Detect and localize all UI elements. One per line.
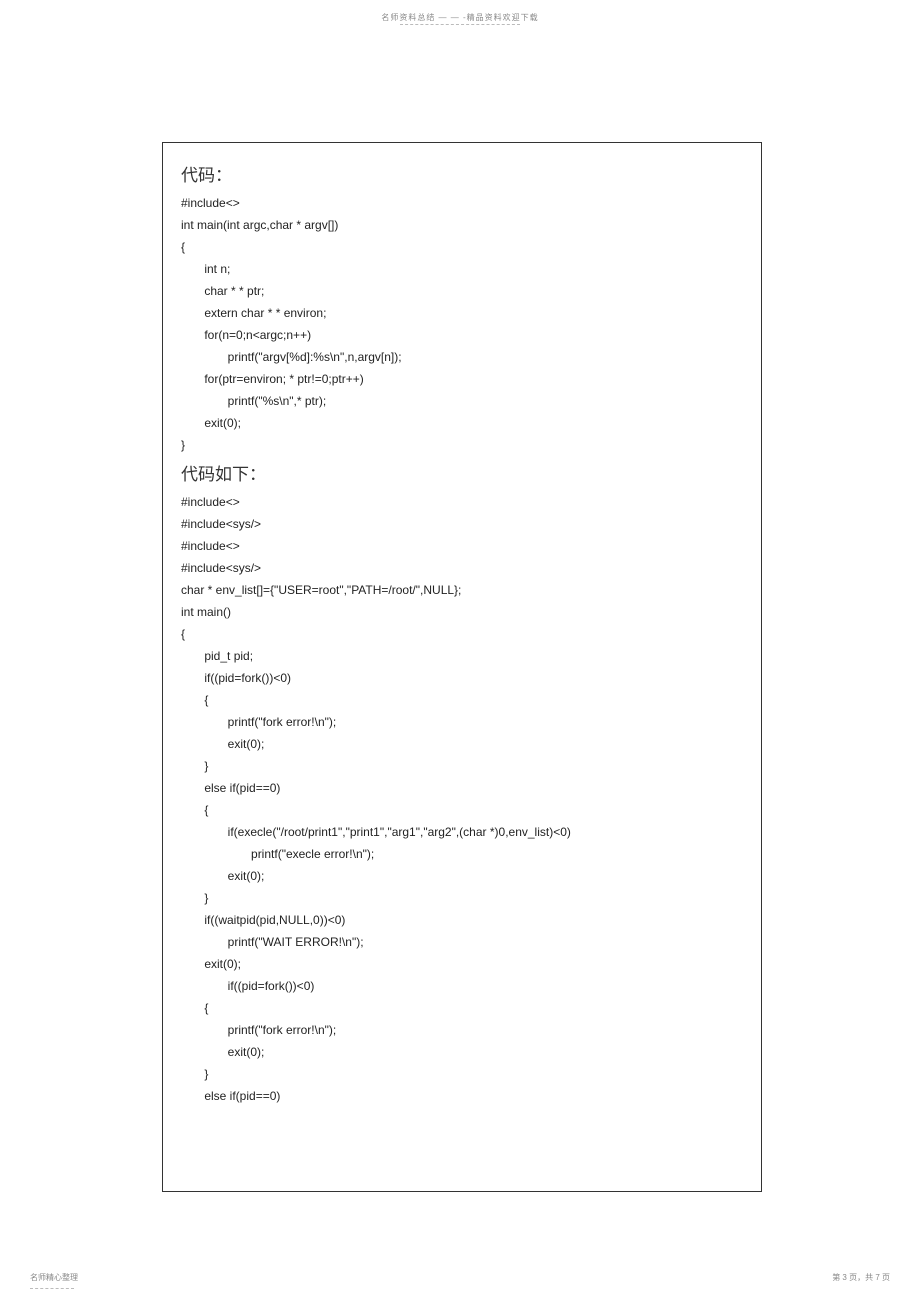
header-underline xyxy=(400,24,520,25)
section2-code: #include<> #include<sys/> #include<> #in… xyxy=(181,491,743,1107)
section1-code: #include<> int main(int argc,char * argv… xyxy=(181,192,743,456)
footer-left: 名师精心整理 xyxy=(30,1272,78,1283)
page-header: 名师资料总结 — — -精品资料欢迎下载 xyxy=(0,12,920,23)
section1-title: 代码： xyxy=(181,161,743,186)
footer-right: 第 3 页，共 7 页 xyxy=(832,1272,890,1283)
content-frame: 代码： #include<> int main(int argc,char * … xyxy=(162,142,762,1192)
footer-left-underline xyxy=(30,1288,74,1289)
section2-title: 代码如下： xyxy=(181,460,743,485)
